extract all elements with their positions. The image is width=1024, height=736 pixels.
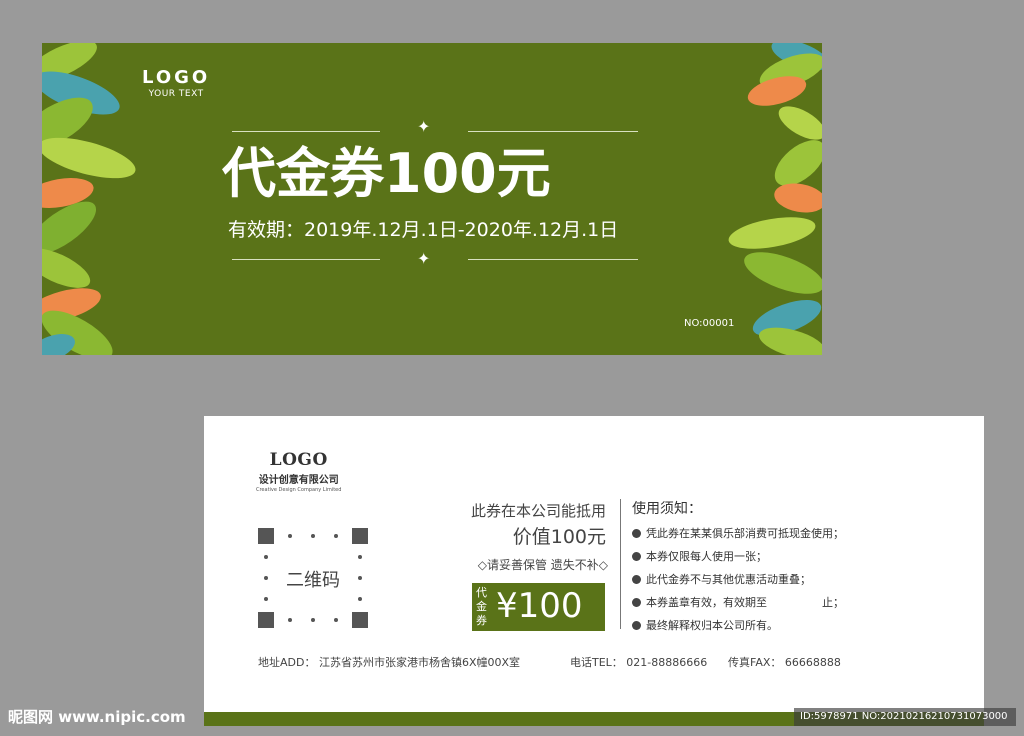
notice-item: 最终解释权归本公司所有。 — [632, 614, 844, 637]
notice-item: 凭此券在某某俱乐部消费可抵现金使用； — [632, 522, 844, 545]
qr-dot — [311, 618, 315, 622]
stamp-label: 代金券 — [476, 586, 487, 627]
qr-dot — [334, 534, 338, 538]
notice-text: 此代金券不与其他优惠活动重叠； — [646, 573, 811, 586]
voucher-title: 代金券100元 — [222, 142, 551, 205]
notice-item: 此代金券不与其他优惠活动重叠； — [632, 568, 844, 591]
voucher-front: LOGO YOUR TEXT ✦ 代金券100元 有效期：2019年.12月.1… — [42, 43, 822, 355]
notice-item: 本券仅限每人使用一张； — [632, 545, 844, 568]
fax: 传真FAX： 66668888 — [728, 656, 841, 669]
star-icon-bottom: ✦ — [417, 249, 431, 268]
voucher-back: LOGO 设计创意有限公司 Creative Design Company Li… — [204, 416, 984, 726]
star-icon-top: ✦ — [417, 117, 431, 136]
vertical-divider — [620, 499, 621, 629]
qr-dot — [358, 597, 362, 601]
qr-dot — [288, 618, 292, 622]
address: 地址ADD： 江苏省苏州市张家港市杨舍镇6X幢00X室 — [258, 656, 521, 669]
voucher-stamp: 代金券 ¥100 — [472, 583, 605, 631]
qr-corner-icon — [352, 528, 368, 544]
phone: 电话TEL： 021-88886666 — [570, 656, 708, 669]
qr-corner-icon — [258, 612, 274, 628]
qr-dot — [311, 534, 315, 538]
image-id-watermark: ID:5978971 NO:20210216210731073000 — [794, 708, 1016, 726]
divider-top-right — [468, 131, 638, 132]
notice-text: 本券仅限每人使用一张； — [646, 550, 767, 563]
qr-corner-icon — [352, 612, 368, 628]
validity-period: 有效期：2019年.12月.1日-2020年.12月.1日 — [228, 219, 619, 241]
back-logo-text: LOGO — [269, 450, 328, 470]
bullet-icon — [632, 552, 641, 561]
notice-list: 凭此券在某某俱乐部消费可抵现金使用； 本券仅限每人使用一张； 此代金券不与其他优… — [632, 522, 844, 637]
site-watermark: 昵图网 www.nipic.com — [8, 708, 186, 726]
leaf-decoration-right — [722, 43, 822, 355]
notice-text: 本券盖章有效，有效期至 止； — [646, 596, 844, 609]
notice-title: 使用须知： — [632, 501, 702, 517]
serial-number: NO:00001 — [684, 318, 735, 329]
qr-code-placeholder: 二维码 — [258, 528, 368, 628]
front-logo: LOGO YOUR TEXT — [142, 67, 210, 99]
divider-bottom-right — [468, 259, 638, 260]
front-logo-text: LOGO — [142, 67, 211, 88]
company-name-en: Creative Design Company Limited — [256, 487, 342, 493]
company-name-cn: 设计创意有限公司 — [258, 475, 339, 486]
offer-keep-safe: ◇请妥善保管 遗失不补◇ — [477, 558, 608, 572]
offer-value: 价值100元 — [512, 526, 606, 548]
bullet-icon — [632, 598, 641, 607]
qr-label: 二维码 — [286, 570, 340, 591]
notice-item: 本券盖章有效，有效期至 止； — [632, 591, 844, 614]
divider-bottom-left — [232, 259, 380, 260]
offer-line-1: 此券在本公司能抵用 — [470, 502, 606, 520]
divider-top-left — [232, 131, 380, 132]
bullet-icon — [632, 621, 641, 630]
bullet-icon — [632, 529, 641, 538]
front-logo-subtext: YOUR TEXT — [148, 89, 204, 99]
leaf-decoration-left — [42, 43, 142, 355]
notice-text: 最终解释权归本公司所有。 — [646, 619, 778, 632]
qr-dot — [264, 555, 268, 559]
qr-dot — [264, 597, 268, 601]
qr-corner-icon — [258, 528, 274, 544]
stamp-amount: ¥100 — [496, 586, 583, 626]
back-logo: LOGO 设计创意有限公司 Creative Design Company Li… — [256, 450, 341, 493]
bullet-icon — [632, 575, 641, 584]
qr-dot — [358, 555, 362, 559]
qr-dot — [288, 534, 292, 538]
notice-text: 凭此券在某某俱乐部消费可抵现金使用； — [646, 527, 844, 540]
qr-dot — [334, 618, 338, 622]
